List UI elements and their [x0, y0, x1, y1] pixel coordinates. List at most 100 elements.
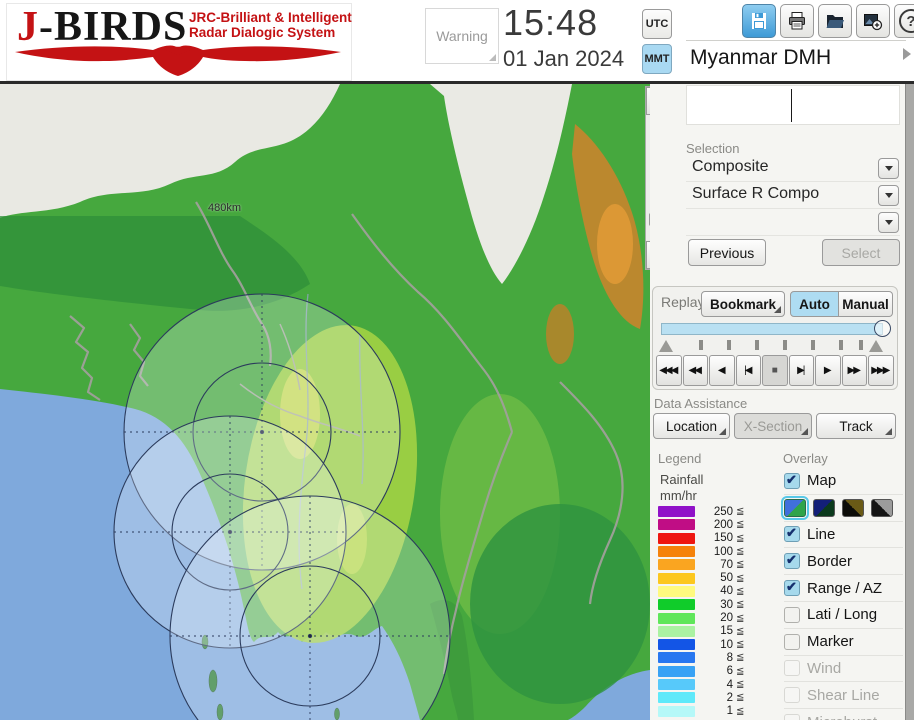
selection-value-1[interactable]: Composite: [692, 158, 768, 176]
legend-swatch: [658, 679, 695, 690]
text-cursor: [791, 89, 792, 122]
legend-swatch: [658, 519, 695, 531]
map-style-2[interactable]: [813, 498, 835, 517]
overlay-row-shear-line: Shear Line: [784, 681, 903, 708]
legend-row: 2 ≦: [658, 691, 744, 704]
slider-end-marker-icon: [869, 340, 883, 352]
legend-row: 8 ≦: [658, 651, 744, 664]
legend-row: 50 ≦: [658, 571, 744, 584]
x-section-button: X-Section: [734, 413, 812, 439]
skip-end-button[interactable]: ▶|: [788, 355, 814, 386]
legend-swatch: [658, 506, 695, 518]
range-az-checkbox[interactable]: [784, 579, 800, 597]
replay-group: Replay Bookmark Auto Manual ◀◀◀ ◀◀ ◀ |◀ …: [652, 286, 898, 390]
selection-value-2[interactable]: Surface R Compo: [692, 185, 819, 203]
replay-slider[interactable]: [661, 320, 891, 337]
selection-dropdown-button-2[interactable]: [878, 185, 899, 206]
panel-scrollbar[interactable]: [905, 84, 914, 720]
map-canvas[interactable]: 480km: [0, 84, 650, 720]
legend-unit-line2: mm/hr: [660, 488, 697, 503]
overlay-label: Overlay: [783, 451, 828, 466]
manual-button[interactable]: Manual: [839, 291, 893, 317]
stop-button[interactable]: ■: [762, 355, 788, 386]
map-checkbox[interactable]: [784, 472, 800, 489]
legend-swatch: [658, 572, 695, 584]
mountain-ridge-1: [597, 204, 633, 284]
rewind-fast-button[interactable]: ◀◀◀: [656, 355, 682, 386]
overlay-row-line: Line: [784, 520, 903, 548]
legend-swatch: [658, 639, 695, 651]
legend-label: Legend: [658, 451, 702, 466]
legend-swatch: [658, 612, 695, 624]
legend-row: 4 ≦: [658, 678, 744, 691]
replay-label: Replay: [661, 294, 705, 310]
replay-slider-handle[interactable]: [874, 320, 891, 337]
save-icon: [752, 13, 766, 29]
bookmark-button[interactable]: Bookmark: [701, 291, 785, 317]
overlay-label-shear-line: Shear Line: [807, 686, 880, 704]
logo-subtitle-line1: JRC-Brilliant & Intelligent: [189, 10, 352, 25]
location-button[interactable]: Location: [653, 413, 730, 439]
overlay-row-range-az: Range / AZ: [784, 574, 903, 601]
mountain-ridge-2: [546, 304, 574, 364]
rainfall-legend: 250 ≦ 200 ≦ 150 ≦ 100 ≦ 70 ≦ 50 ≦ 40 ≦ 30 ≦ 20 ≦ …: [658, 505, 744, 718]
snapshot-button[interactable]: [856, 4, 890, 38]
lati-long-checkbox[interactable]: [784, 606, 800, 623]
track-button[interactable]: Track: [816, 413, 896, 439]
jbirds-logo: J-BIRDS JRC-Brilliant & Intelligent Rada…: [6, 3, 352, 81]
forward-button[interactable]: ▶▶: [841, 355, 867, 386]
print-button[interactable]: [780, 4, 814, 38]
overlay-row-lati-long: Lati / Long: [784, 600, 903, 628]
eagle-icon: [15, 45, 341, 76]
legend-unit-line1: Rainfall: [660, 472, 704, 487]
select-button: Select: [822, 239, 900, 266]
save-button[interactable]: [742, 4, 776, 38]
legend-swatch: [658, 546, 695, 558]
jbirds-app: J-BIRDS JRC-Brilliant & Intelligent Rada…: [0, 0, 914, 720]
help-icon: ?: [899, 9, 914, 33]
toolbar: ?: [742, 4, 914, 38]
overlay-list: Map Line Border Range / AZ: [781, 468, 903, 720]
station-list-box[interactable]: [686, 85, 900, 125]
logo-subtitle-line2: Radar Dialogic System: [189, 25, 336, 40]
selection-field-3: [686, 209, 900, 236]
map-style-3[interactable]: [842, 498, 864, 517]
auto-button[interactable]: Auto: [790, 291, 839, 317]
play-back-button[interactable]: ◀: [709, 355, 735, 386]
skip-start-button[interactable]: |◀: [735, 355, 761, 386]
legend-row: 6 ≦: [658, 665, 744, 678]
header-bar: J-BIRDS JRC-Brilliant & Intelligent Rada…: [0, 0, 914, 84]
overlay-label-range-az: Range / AZ: [807, 579, 883, 597]
legend-row: 15 ≦: [658, 625, 744, 638]
selection-field-2: Surface R Compo: [686, 182, 900, 209]
line-checkbox[interactable]: [784, 525, 800, 543]
legend-swatch: [658, 705, 695, 717]
open-folder-button[interactable]: [818, 4, 852, 38]
map-style-4[interactable]: [871, 498, 893, 517]
selection-label: Selection: [686, 141, 740, 156]
legend-swatch: [658, 625, 695, 637]
selection-dropdown-button-3[interactable]: [878, 212, 899, 233]
help-button[interactable]: ?: [894, 4, 914, 38]
selection-dropdown-button-1[interactable]: [878, 158, 899, 179]
panel-collapse-icon[interactable]: [903, 48, 911, 60]
overlay-row-wind: Wind: [784, 654, 903, 682]
previous-button[interactable]: Previous: [688, 239, 766, 266]
range-label: 480km: [208, 202, 242, 214]
warning-button[interactable]: Warning: [425, 8, 499, 64]
legend-row: 10 ≦: [658, 638, 744, 651]
legend-swatch: [658, 585, 695, 597]
overlay-row-microburst: Microburst: [784, 708, 903, 720]
mmt-button[interactable]: MMT: [642, 44, 672, 74]
map-style-1[interactable]: [781, 495, 809, 520]
logo-subtitle: JRC-Brilliant & Intelligent Radar Dialog…: [189, 10, 352, 40]
marker-checkbox[interactable]: [784, 633, 800, 650]
legend-swatch: [658, 665, 695, 677]
rewind-button[interactable]: ◀◀: [682, 355, 708, 386]
play-button[interactable]: ▶: [815, 355, 841, 386]
forward-fast-button[interactable]: ▶▶▶: [868, 355, 894, 386]
clock-date: 01 Jan 2024: [503, 46, 625, 71]
utc-button[interactable]: UTC: [642, 9, 672, 39]
border-checkbox[interactable]: [784, 552, 800, 570]
page-title: Myanmar DMH: [690, 46, 832, 69]
